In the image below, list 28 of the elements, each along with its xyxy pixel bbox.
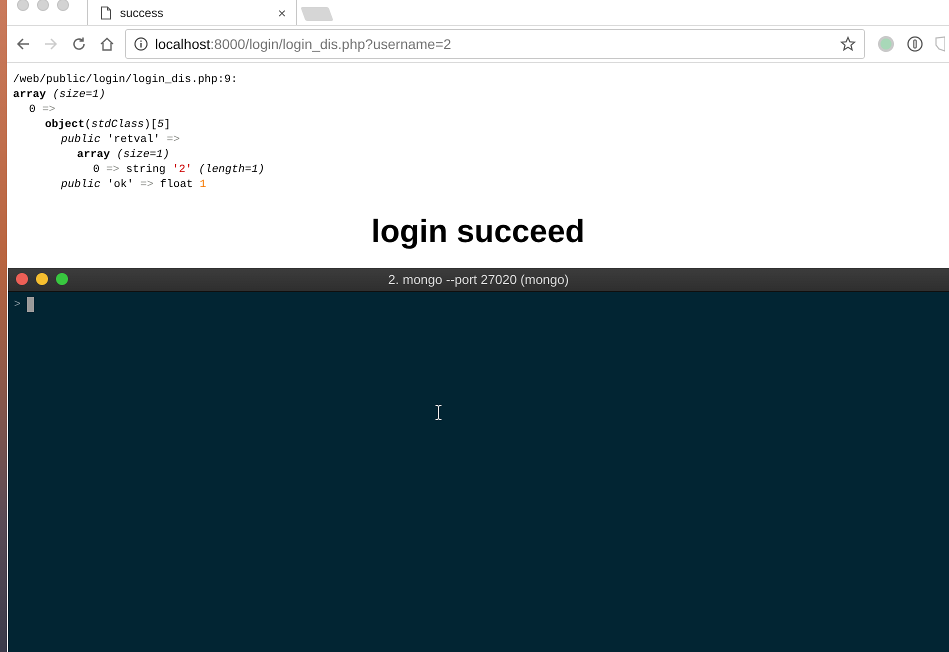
reload-icon[interactable] [71, 36, 87, 52]
dump-line: array (size=1) [13, 89, 106, 101]
info-icon[interactable] [134, 37, 148, 51]
dump-line: /web/public/login/login_dis.php:9: [13, 74, 238, 86]
dump-line: public 'ok' => float 1 [61, 179, 206, 191]
password-icon[interactable] [907, 36, 923, 52]
terminal-title: 2. mongo --port 27020 (mongo) [388, 272, 569, 287]
tab-title: success [120, 6, 164, 20]
dump-line: object(stdClass)[5] [45, 119, 170, 131]
tab-close-button[interactable]: × [278, 4, 286, 20]
back-icon[interactable] [15, 36, 31, 52]
i-beam-cursor-icon [435, 405, 442, 420]
dump-line: array (size=1) [77, 149, 170, 161]
home-icon[interactable] [99, 36, 115, 52]
bookmark-star-icon[interactable] [840, 36, 856, 52]
dump-line: public 'retval' => [61, 134, 180, 146]
prompt: > [14, 298, 21, 310]
close-window-button[interactable] [16, 273, 28, 285]
url-text: localhost:8000/login/login_dis.php?username=2 [155, 36, 452, 52]
page-icon [100, 6, 112, 20]
zoom-window-button[interactable] [56, 273, 68, 285]
minimize-window-button[interactable] [36, 273, 48, 285]
dump-line: 0 => string '2' (length=1) [93, 164, 265, 176]
page-heading: login succeed [370, 213, 586, 250]
address-bar[interactable]: localhost:8000/login/login_dis.php?username=2 [125, 29, 865, 59]
browser-tab[interactable]: success × [87, 0, 297, 25]
text-cursor [26, 297, 34, 312]
dump-line: 0 => [29, 104, 56, 116]
